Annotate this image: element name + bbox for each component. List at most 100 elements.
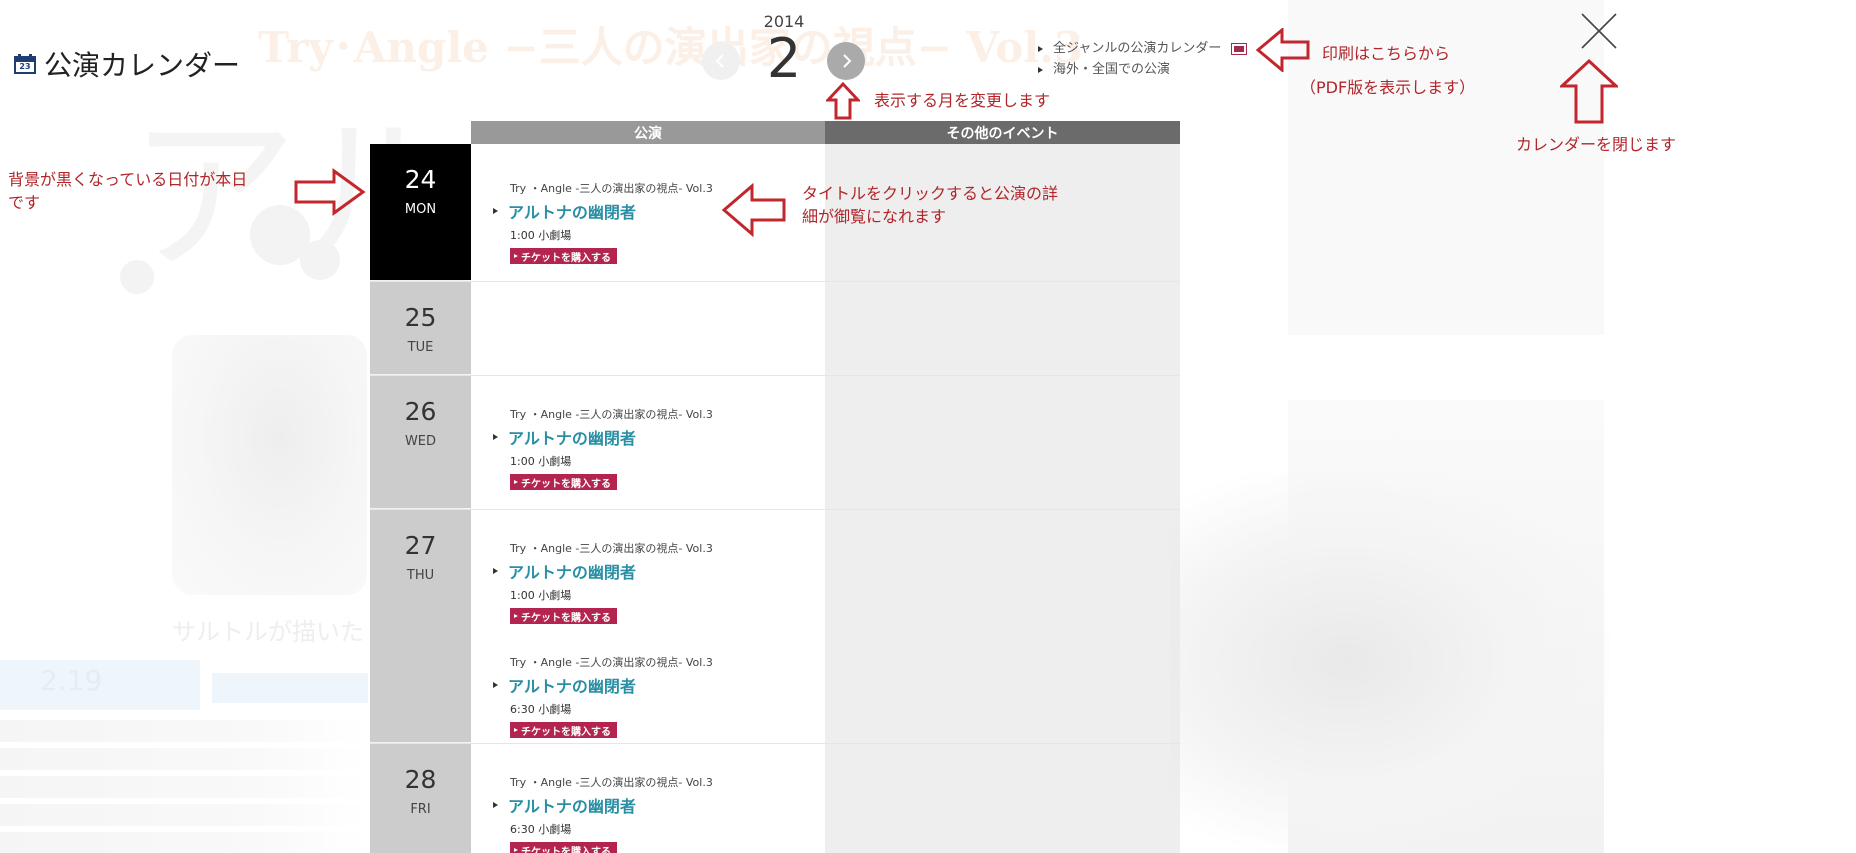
buy-ticket-button[interactable]: チケットを購入する	[510, 842, 617, 853]
day-number: 27	[404, 531, 437, 560]
day-number: 24	[404, 165, 437, 194]
other-events-cell	[825, 510, 1180, 743]
day-of-week: WED	[404, 433, 437, 449]
event-title-row: アルトナの幽閉者	[491, 793, 825, 817]
event-time: 1:00 小劇場	[510, 589, 572, 602]
buy-ticket-button[interactable]: チケットを購入する	[510, 608, 617, 624]
buy-ticket-label: チケットを購入する	[521, 252, 611, 264]
event-item: Try ・Angle -三人の演出家の視点- Vol.3 アルトナの幽閉者 6:…	[491, 744, 825, 853]
bullet-arrow-icon	[493, 434, 498, 440]
annotation-month-change: 表示する月を変更します	[874, 91, 1051, 110]
day-cell: 28 FRI	[370, 744, 471, 853]
event-title-link[interactable]: アルトナの幽閉者	[508, 559, 636, 583]
event-title-link[interactable]: アルトナの幽閉者	[508, 425, 636, 449]
bullet-arrow-icon	[514, 480, 518, 484]
column-header-performances: 公演	[471, 121, 825, 144]
background-subtitle: サルトルが描いた	[172, 618, 364, 646]
other-events-cell	[825, 376, 1180, 509]
bullet-arrow-icon	[493, 682, 498, 688]
close-button[interactable]	[1580, 12, 1618, 50]
event-item: Try ・Angle -三人の演出家の視点- Vol.3 アルトナの幽閉者 1:…	[491, 510, 825, 624]
buy-ticket-label: チケットを購入する	[521, 726, 611, 738]
event-item: Try ・Angle -三人の演出家の視点- Vol.3 アルトナの幽閉者 6:…	[491, 624, 825, 738]
event-title-link[interactable]: アルトナの幽閉者	[508, 199, 636, 223]
day-row: 26 WED Try ・Angle -三人の演出家の視点- Vol.3 アルトナ…	[370, 376, 1180, 510]
day-number: 25	[404, 303, 437, 332]
annotation-today: 背景が黒くなっている日付が本日 です	[8, 168, 247, 214]
other-events-cell	[825, 282, 1180, 375]
all-genre-calendar-label[interactable]: 全ジャンルの公演カレンダー	[1053, 38, 1221, 59]
background-splat	[300, 240, 340, 280]
page-title: 23 公演カレンダー	[14, 44, 240, 84]
day-number: 28	[404, 765, 437, 794]
previous-month-button[interactable]	[702, 42, 740, 80]
event-title-row: アルトナの幽閉者	[491, 673, 825, 697]
event-time: 6:30 小劇場	[510, 703, 572, 716]
overseas-label[interactable]: 海外・全国での公演	[1053, 59, 1170, 80]
background-splat	[120, 260, 154, 294]
bullet-arrow-icon	[514, 848, 518, 852]
annotation-print-line1: 印刷はこちらから	[1322, 44, 1451, 63]
event-item: Try ・Angle -三人の演出家の視点- Vol.3 アルトナの幽閉者 1:…	[491, 376, 825, 490]
overseas-link[interactable]: 海外・全国での公演	[1038, 59, 1247, 80]
event-series: Try ・Angle -三人の演出家の視点- Vol.3	[510, 408, 713, 421]
performance-cell: Try ・Angle -三人の演出家の視点- Vol.3 アルトナの幽閉者 1:…	[471, 376, 825, 509]
event-title-link[interactable]: アルトナの幽閉者	[508, 793, 636, 817]
annotation-title-line2: 細が御覧になれます	[802, 207, 947, 227]
background-ticket-bar	[212, 673, 368, 703]
annotation-title-line1: タイトルをクリックすると公演の詳	[802, 184, 1059, 203]
buy-ticket-button[interactable]: チケットを購入する	[510, 248, 617, 264]
background-ink-art	[1170, 470, 1610, 853]
bullet-arrow-icon	[493, 208, 498, 214]
arrow-up-icon	[826, 82, 860, 120]
calendar-icon: 23	[14, 54, 36, 74]
event-title-row: アルトナの幽閉者	[491, 559, 825, 583]
column-header-other-events: その他のイベント	[825, 121, 1180, 144]
bullet-arrow-icon	[493, 802, 498, 808]
background-text-lines	[0, 720, 368, 853]
event-title-row: アルトナの幽閉者	[491, 425, 825, 449]
day-number: 26	[404, 397, 437, 426]
bullet-arrow-icon	[514, 254, 518, 258]
day-of-week: THU	[406, 567, 435, 583]
bullet-arrow-icon	[1038, 66, 1043, 73]
other-events-cell	[825, 744, 1180, 853]
arrow-up-icon	[1560, 58, 1618, 124]
annotation-close: カレンダーを閉じます	[1516, 135, 1677, 154]
calendar-grid: 24 MON Try ・Angle -三人の演出家の視点- Vol.3 アルトナ…	[370, 144, 1180, 853]
performance-cell	[471, 282, 825, 375]
event-series: Try ・Angle -三人の演出家の視点- Vol.3	[510, 542, 713, 555]
buy-ticket-label: チケットを購入する	[521, 612, 611, 624]
month-number: 2	[766, 27, 802, 90]
annotation-today-line1: 背景が黒くなっている日付が本日	[8, 170, 248, 189]
event-title-link[interactable]: アルトナの幽閉者	[508, 673, 636, 697]
day-cell-today: 24 MON	[370, 144, 471, 281]
buy-ticket-label: チケットを購入する	[521, 846, 611, 853]
day-row: 28 FRI Try ・Angle -三人の演出家の視点- Vol.3 アルトナ…	[370, 744, 1180, 853]
event-series: Try ・Angle -三人の演出家の視点- Vol.3	[510, 656, 713, 669]
day-cell: 25 TUE	[370, 282, 471, 375]
next-month-button[interactable]	[827, 42, 865, 80]
chevron-left-icon	[715, 54, 724, 68]
buy-ticket-button[interactable]: チケットを購入する	[510, 722, 617, 738]
event-time: 1:00 小劇場	[510, 455, 572, 468]
day-cell: 26 WED	[370, 376, 471, 509]
annotation-today-line2: です	[8, 193, 41, 213]
background-photo	[172, 335, 367, 595]
bullet-arrow-icon	[514, 614, 518, 618]
performance-cell: Try ・Angle -三人の演出家の視点- Vol.3 アルトナの幽閉者 6:…	[471, 744, 825, 853]
chevron-right-icon	[843, 54, 852, 68]
day-of-week: MON	[404, 201, 437, 217]
buy-ticket-button[interactable]: チケットを購入する	[510, 474, 617, 490]
annotation-title-click: タイトルをクリックすると公演の詳 細が御覧になれます	[802, 182, 1058, 228]
page-title-text: 公演カレンダー	[44, 49, 241, 82]
pdf-icon[interactable]	[1231, 42, 1248, 55]
all-genre-calendar-link[interactable]: 全ジャンルの公演カレンダー	[1038, 38, 1248, 59]
bullet-arrow-icon	[514, 728, 518, 732]
day-cell: 27 THU	[370, 510, 471, 743]
day-row: 25 TUE	[370, 282, 1180, 376]
day-of-week: FRI	[410, 801, 431, 817]
background-date: 2.19	[40, 664, 103, 697]
annotation-print-line2: （PDF版を表示します）	[1300, 78, 1476, 97]
bullet-arrow-icon	[1038, 45, 1043, 52]
